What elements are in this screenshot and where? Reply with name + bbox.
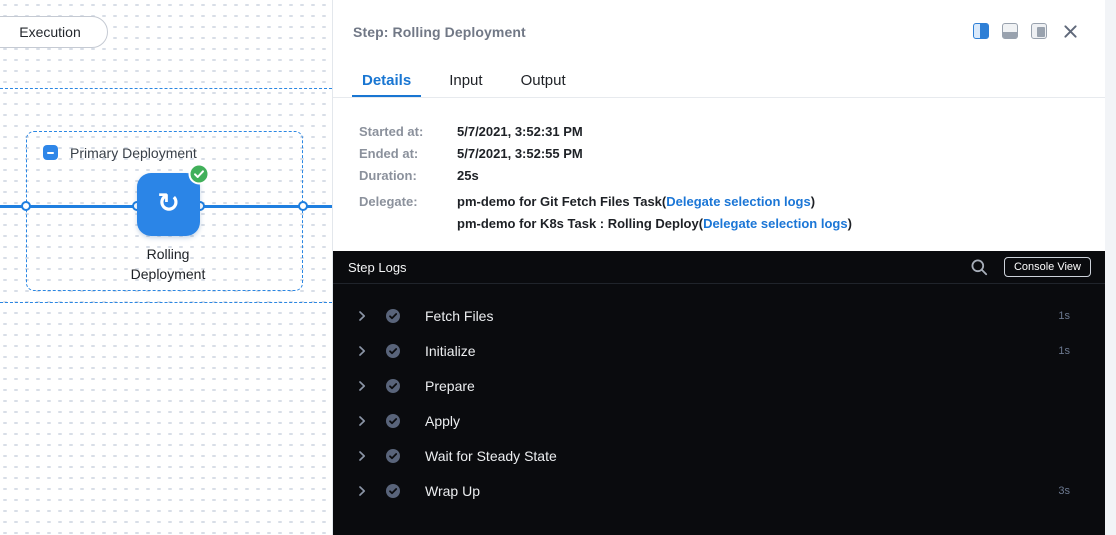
chevron-right-icon[interactable] [356, 485, 368, 497]
delegate-close-paren: ) [811, 194, 815, 209]
layout-floating-fill [1037, 27, 1045, 37]
success-check-icon [188, 163, 210, 185]
detail-label: Delegate: [359, 191, 457, 235]
delegate-selection-logs-link[interactable]: Delegate selection logs [666, 194, 811, 209]
log-label: Initialize [425, 343, 476, 359]
logs-actions: Console View [970, 257, 1091, 277]
detail-row-duration: Duration: 25s [359, 169, 1085, 183]
execution-breadcrumb-pill[interactable]: Execution [0, 16, 108, 48]
log-label: Prepare [425, 378, 475, 394]
group-label: Primary Deployment [70, 145, 197, 161]
log-label: Apply [425, 413, 460, 429]
tab-details[interactable]: Details [352, 66, 421, 97]
step-logs-console: Step Logs Console View Fetch Files 1s [333, 251, 1105, 535]
detail-row-delegate: Delegate: pm-demo for Git Fetch Files Ta… [359, 191, 1085, 235]
log-row-prepare[interactable]: Prepare [333, 368, 1105, 403]
tabs-divider [333, 97, 1105, 98]
minus-glyph [47, 152, 54, 154]
step-success-icon [385, 308, 401, 324]
chevron-right-icon[interactable] [356, 415, 368, 427]
delegate-selection-logs-link[interactable]: Delegate selection logs [703, 216, 848, 231]
step-success-icon [385, 483, 401, 499]
log-row-wait-for-steady-state[interactable]: Wait for Steady State [333, 438, 1105, 473]
console-view-button[interactable]: Console View [1004, 257, 1091, 277]
layout-bottom-fill [1003, 32, 1017, 38]
node-caption-line1: Rolling [87, 244, 249, 264]
layout-floating-icon[interactable] [1031, 23, 1047, 39]
delegate-text: pm-demo for Git Fetch Files Task( [457, 194, 666, 209]
delegate-close-paren: ) [848, 216, 852, 231]
detail-value: 5/7/2021, 3:52:31 PM [457, 125, 583, 139]
chevron-right-icon[interactable] [356, 310, 368, 322]
log-label: Fetch Files [425, 308, 493, 324]
layout-split-right-fill [980, 24, 988, 38]
stage-boundary-top [0, 88, 332, 89]
log-label: Wrap Up [425, 483, 480, 499]
stage-boundary-bottom [0, 302, 332, 303]
step-success-icon [385, 378, 401, 394]
node-caption-line2: Deployment [87, 264, 249, 284]
layout-bottom-icon[interactable] [1002, 23, 1018, 39]
layout-split-right-icon[interactable] [973, 23, 989, 39]
step-success-icon [385, 413, 401, 429]
connector-dot-right [298, 201, 308, 211]
step-success-icon [385, 448, 401, 464]
log-row-apply[interactable]: Apply [333, 403, 1105, 438]
tab-output[interactable]: Output [511, 66, 576, 97]
log-rows: Fetch Files 1s Initialize 1s Prepare [333, 284, 1105, 508]
log-row-wrap-up[interactable]: Wrap Up 3s [333, 473, 1105, 508]
log-duration: 1s [1058, 310, 1070, 322]
collapse-group-icon[interactable] [43, 145, 58, 160]
log-duration: 3s [1058, 485, 1070, 497]
refresh-icon: ↻ [157, 190, 180, 217]
panel-window-controls [973, 23, 1078, 39]
panel-title: Step: Rolling Deployment [353, 24, 526, 40]
rolling-deployment-node[interactable]: ↻ [137, 173, 200, 236]
log-duration: 1s [1058, 345, 1070, 357]
log-row-initialize[interactable]: Initialize 1s [333, 333, 1105, 368]
close-icon[interactable] [1063, 24, 1078, 39]
step-success-icon [385, 343, 401, 359]
panel-tabs: Details Input Output [352, 66, 576, 97]
tab-input[interactable]: Input [439, 66, 492, 97]
step-details-panel: Step: Rolling Deployment Details Input O… [333, 0, 1105, 535]
detail-row-started: Started at: 5/7/2021, 3:52:31 PM [359, 125, 1085, 139]
delegate-lines: pm-demo for Git Fetch Files Task(Delegat… [457, 191, 852, 235]
search-icon[interactable] [970, 258, 988, 276]
delegate-text: pm-demo for K8s Task : Rolling Deploy( [457, 216, 703, 231]
log-label: Wait for Steady State [425, 448, 557, 464]
detail-value: 25s [457, 169, 479, 183]
detail-row-ended: Ended at: 5/7/2021, 3:52:55 PM [359, 147, 1085, 161]
log-row-fetch-files[interactable]: Fetch Files 1s [333, 298, 1105, 333]
chevron-right-icon[interactable] [356, 345, 368, 357]
detail-label: Duration: [359, 169, 457, 183]
node-caption: Rolling Deployment [87, 244, 249, 284]
detail-value: 5/7/2021, 3:52:55 PM [457, 147, 583, 161]
chevron-right-icon[interactable] [356, 380, 368, 392]
details-section: Started at: 5/7/2021, 3:52:31 PM Ended a… [359, 125, 1085, 243]
detail-label: Ended at: [359, 147, 457, 161]
pipeline-canvas: Execution Primary Deployment ↻ Rolling D… [0, 0, 333, 535]
delegate-line: pm-demo for K8s Task : Rolling Deploy(De… [457, 213, 852, 235]
logs-header: Step Logs Console View [333, 251, 1105, 284]
detail-label: Started at: [359, 125, 457, 139]
delegate-line: pm-demo for Git Fetch Files Task(Delegat… [457, 191, 852, 213]
logs-title: Step Logs [348, 260, 407, 275]
app-root: Execution Primary Deployment ↻ Rolling D… [0, 0, 1116, 535]
connector-dot-left [21, 201, 31, 211]
chevron-right-icon[interactable] [356, 450, 368, 462]
